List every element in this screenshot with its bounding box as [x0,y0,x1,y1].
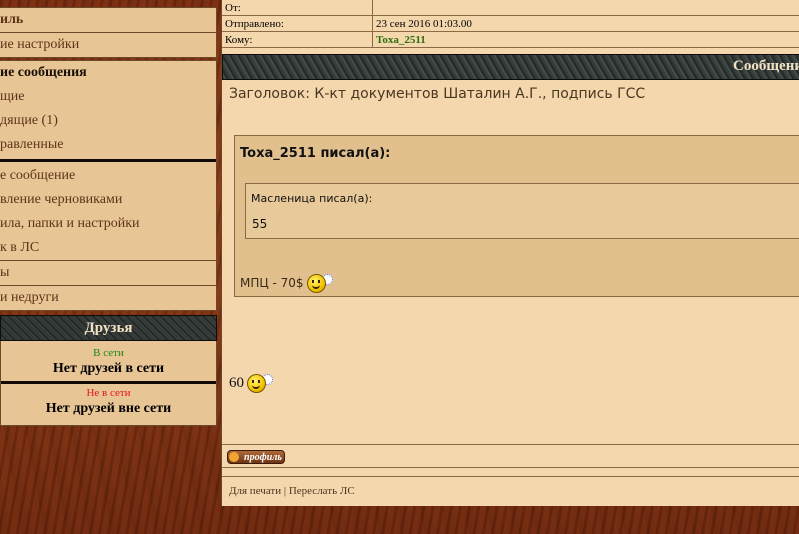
divider [222,444,799,445]
sidebar-item-drafts[interactable]: вление черновиками [0,188,216,212]
sidebar-menu-pm: ие сообщения щие дящие (1) равленные е с… [0,60,217,311]
to-value-link[interactable]: Toxa_2511 [372,31,799,48]
sidebar-item-inbox[interactable]: щие [0,85,216,109]
footer-links: Для печати | Переслать ЛС [229,485,355,497]
to-label: Кому: [222,31,373,48]
sidebar-item-profile[interactable]: иль [0,8,216,33]
nested-quote-author: Масленица писал(а): [251,192,373,205]
sent-label: Отправлено: [222,15,373,32]
quote-text-line: МПЦ - 70$ [240,274,333,293]
message-body-line: 60 [229,374,273,393]
divider [222,476,799,477]
sidebar-item-friends-foes[interactable]: и недруги [0,286,216,310]
offline-empty-text: Нет друзей вне сети [45,401,172,416]
quote-text: МПЦ - 70$ [240,276,304,290]
message-header-title: Сообщени [733,58,799,74]
message-panel: От: Отправлено: 23 сен 2016 01:03.00 Ком… [221,0,799,506]
offline-label: Не в сети [86,387,131,399]
sidebar-menu-profile: иль ие настройки [0,7,217,58]
sidebar-item-outbox[interactable]: дящие (1) [0,109,216,133]
message-header-bar: Сообщени [222,54,799,80]
sent-value: 23 сен 2016 01:03.00 [372,15,799,32]
nested-quote-block: Масленица писал(а): 55 [245,183,799,239]
online-empty-text: Нет друзей в сети [52,361,165,376]
sidebar-item-groups[interactable]: ы [0,261,216,286]
from-value [372,0,799,16]
link-separator: | [283,485,287,497]
smiley-icon [306,274,326,293]
quote-block: Toxa_2511 писал(а): Масленица писал(а): … [234,135,799,297]
profile-button-label: профиль [244,452,282,463]
sidebar: иль ие настройки ие сообщения щие дящие … [0,0,217,426]
profile-button[interactable]: профиль [227,450,285,464]
friends-panel: В сети Нет друзей в сети Не в сети Нет д… [0,341,217,426]
smiley-icon [247,374,266,393]
nested-quote-text: 55 [252,217,268,231]
divider [0,159,216,162]
divider [222,467,799,468]
forward-pm-link[interactable]: Переслать ЛС [289,485,355,497]
sidebar-item-pm-title[interactable]: ие сообщения [0,61,216,85]
sidebar-item-pm-search[interactable]: к в ЛС [0,236,216,261]
sidebar-item-sent[interactable]: равленные [0,133,216,157]
print-link[interactable]: Для печати [229,485,281,497]
message-info-table: От: Отправлено: 23 сен 2016 01:03.00 Ком… [222,0,799,48]
profile-icon [229,452,239,462]
message-subject: Заголовок: К-кт документов Шаталин А.Г.,… [229,86,646,102]
from-label: От: [222,0,373,16]
sidebar-item-rules[interactable]: ила, папки и настройки [0,212,216,236]
message-body: 60 [229,374,244,391]
sidebar-item-settings[interactable]: ие настройки [0,33,216,57]
friends-header: Друзья [0,315,217,341]
sidebar-item-compose[interactable]: е сообщение [0,164,216,188]
online-label: В сети [93,347,124,359]
quote-author: Toxa_2511 писал(а): [240,146,391,161]
